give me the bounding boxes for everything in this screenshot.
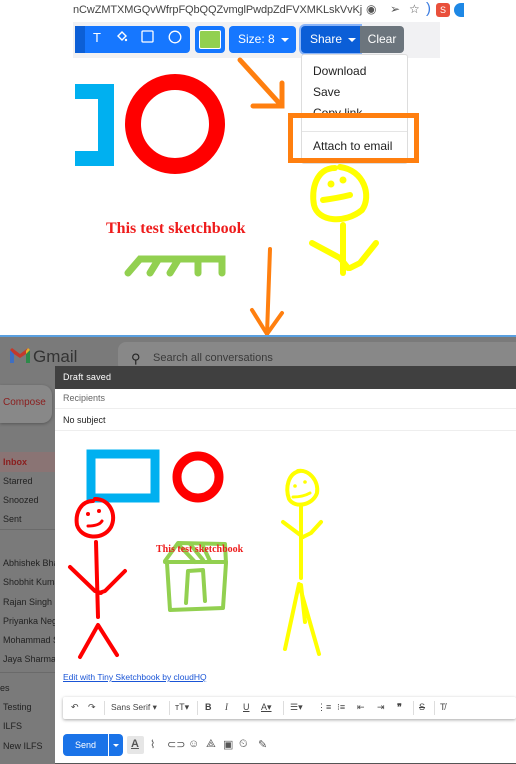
bulleted-list-icon[interactable]: ⁝≡ (337, 702, 345, 713)
contact-item[interactable]: Abhishek Bha (3, 558, 59, 568)
subject-field[interactable]: No subject (63, 415, 106, 425)
nav-snoozed[interactable]: Snoozed (3, 495, 39, 505)
compose-label[interactable]: Compose (3, 397, 46, 408)
drive-icon[interactable]: ⟁ (206, 738, 216, 751)
label-item[interactable]: Testing (3, 702, 32, 712)
signature-icon[interactable]: ✎ (258, 738, 267, 751)
gmail-logo-icon (10, 348, 30, 363)
contact-item[interactable]: Jaya Sharma (3, 654, 56, 664)
font-family-dropdown[interactable]: Sans Serif ▾ (111, 702, 157, 713)
font-size-icon[interactable]: тT▾ (175, 702, 189, 713)
label-item[interactable]: New ILFS (3, 741, 43, 751)
nav-sent[interactable]: Sent (3, 514, 22, 524)
nav-divider (0, 529, 55, 530)
emoji-icon[interactable]: ☺ (188, 738, 199, 750)
send-options-button[interactable] (109, 734, 123, 756)
contact-item[interactable]: Rajan Singh (3, 597, 52, 607)
compose-title: Draft saved (63, 372, 112, 382)
annotation-arrow-down (250, 247, 284, 336)
contact-item[interactable]: Mohammad S (3, 635, 59, 645)
indent-more-icon[interactable]: ⇥ (377, 702, 385, 713)
formatting-toolbar: ↶ ↷ Sans Serif ▾ тT▾ B I U A▾ ☰▾ ⋮≡ ⁝≡ ⇤… (63, 697, 516, 719)
gmail-app-name: Gmail (33, 347, 78, 366)
attach-file-icon[interactable]: ⌇ (150, 738, 155, 751)
italic-icon[interactable]: I (225, 702, 228, 712)
annotation-arrow-diagonal (237, 57, 285, 109)
insert-link-icon[interactable]: ⊂⊃ (167, 738, 185, 751)
strikethrough-icon[interactable]: S (419, 702, 425, 712)
compose-window: Draft saved Recipients No subject This t… (55, 366, 516, 764)
formatting-options-icon[interactable]: A (131, 738, 139, 750)
edit-sketch-link[interactable]: Edit with Tiny Sketchbook by cloudHQ (63, 672, 207, 682)
red-face (86, 509, 104, 528)
toolbar-divider (413, 701, 414, 715)
text-color-icon[interactable]: A▾ (261, 702, 272, 713)
indent-less-icon[interactable]: ⇤ (357, 702, 365, 713)
gmail-window: Gmail ⚲ Search all conversations Compose… (0, 337, 516, 764)
font-family-label: Sans Serif (111, 702, 151, 712)
contact-item[interactable]: Shobhit Kuma (3, 577, 60, 587)
label-item[interactable]: ILFS (3, 721, 22, 731)
search-input[interactable]: Search all conversations (153, 352, 273, 364)
yellow-face (320, 176, 353, 203)
sketch-canvas[interactable] (0, 0, 516, 336)
undo-icon[interactable]: ↶ (71, 702, 79, 713)
sketch-text: This test sketchbook (156, 544, 244, 555)
toolbar-divider (197, 701, 198, 715)
toolbar-divider (283, 701, 284, 715)
quote-icon[interactable]: ❞ (397, 702, 402, 713)
contact-item[interactable]: Priyanka Neg (3, 616, 57, 626)
red-circle-shape (172, 451, 224, 503)
bold-icon[interactable]: B (205, 702, 212, 712)
field-divider (55, 408, 516, 409)
nav-starred[interactable]: Starred (3, 476, 33, 486)
compose-header[interactable]: Draft saved (55, 366, 516, 389)
labels-header: es (0, 683, 10, 693)
redo-icon[interactable]: ↷ (88, 702, 96, 713)
sketchbook-app: nCwZMTXMGQvWfrpFQbQQZvmglPwdpZdFVXMKLskV… (0, 0, 516, 336)
insert-photo-icon[interactable]: ▣ (223, 738, 233, 751)
nav-inbox[interactable]: Inbox (3, 457, 27, 467)
blue-rectangle-shape (86, 449, 160, 503)
search-icon[interactable]: ⚲ (131, 351, 141, 367)
yellow-face (291, 480, 312, 499)
underline-icon[interactable]: U (243, 702, 250, 712)
sketch-text: This test sketchbook (106, 220, 246, 237)
red-stick-figure (68, 497, 127, 659)
green-house-shape-partial (124, 255, 226, 277)
blue-rectangle-shape (75, 84, 114, 166)
toolbar-divider (434, 701, 435, 715)
confidential-mode-icon[interactable]: ⏲ (239, 738, 248, 751)
embedded-sketch-image[interactable] (55, 431, 516, 671)
numbered-list-icon[interactable]: ⋮≡ (317, 702, 331, 713)
send-button[interactable]: Send (63, 734, 108, 756)
toolbar-divider (169, 701, 170, 715)
recipients-field[interactable]: Recipients (63, 393, 105, 403)
red-circle-shape (125, 74, 225, 174)
yellow-stick-figure (281, 468, 323, 656)
chevron-down-icon (113, 744, 119, 747)
align-icon[interactable]: ☰▾ (290, 702, 303, 713)
toolbar-divider (104, 701, 105, 715)
nav-divider (0, 672, 55, 673)
clear-formatting-icon[interactable]: T̸ (440, 702, 446, 712)
